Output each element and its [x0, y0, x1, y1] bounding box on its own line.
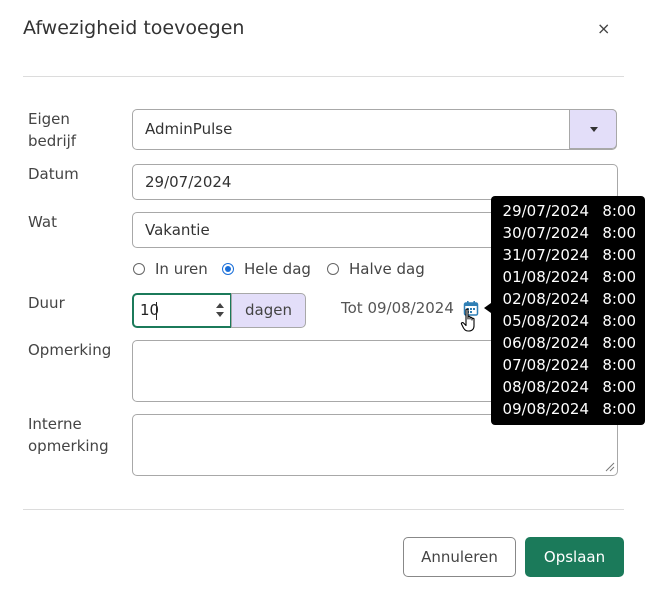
tooltip-row: 01/08/2024 8:00: [491, 264, 645, 286]
tooltip-hours: 8:00: [602, 378, 636, 396]
radio-label-hele-dag[interactable]: Hele dag: [244, 260, 311, 278]
hand-pointer-icon: [460, 308, 475, 332]
tooltip-row: 29/07/2024 8:00: [491, 198, 645, 220]
header-divider: [23, 76, 624, 77]
workdays-tooltip: 29/07/2024 8:00 30/07/2024 8:00 31/07/2024 8:…: [491, 196, 645, 425]
tooltip-row: 08/08/2024 8:00: [491, 374, 645, 396]
date-input[interactable]: 29/07/2024: [132, 164, 618, 200]
tooltip-hours: 8:00: [602, 224, 636, 242]
tooltip-hours: 8:00: [602, 334, 636, 352]
tooltip-row: 07/08/2024 8:00: [491, 352, 645, 374]
tooltip-row: 02/08/2024 8:00: [491, 286, 645, 308]
tooltip-hours: 8:00: [602, 356, 636, 374]
resize-handle-icon[interactable]: [604, 461, 615, 472]
tooltip-hours: 8:00: [602, 268, 636, 286]
chevron-down-icon: [590, 127, 598, 132]
company-label: Eigen bedrijf: [28, 110, 77, 150]
tooltip-date: 05/08/2024: [502, 312, 589, 330]
tooltip-hours: 8:00: [602, 290, 636, 308]
duration-label: Duur: [28, 294, 65, 312]
tooltip-row: 31/07/2024 8:00: [491, 242, 645, 264]
radio-label-in-uren[interactable]: In uren: [155, 260, 208, 278]
tooltip-date: 30/07/2024: [502, 224, 589, 242]
duration-unit: dagen: [231, 293, 306, 328]
duration-input[interactable]: 10: [132, 293, 232, 328]
tooltip-row: 06/08/2024 8:00: [491, 330, 645, 352]
tooltip-date: 01/08/2024: [502, 268, 589, 286]
tooltip-date: 06/08/2024: [502, 334, 589, 352]
spinner-down-icon[interactable]: [216, 312, 224, 317]
tooltip-date: 31/07/2024: [502, 246, 589, 264]
footer-divider: [23, 509, 624, 510]
company-select[interactable]: AdminPulse: [132, 109, 617, 150]
company-value: AdminPulse: [145, 120, 233, 138]
dialog-title: Afwezigheid toevoegen: [23, 17, 245, 39]
tooltip-row: 09/08/2024 8:00: [491, 396, 645, 418]
date-label: Datum: [28, 165, 79, 183]
save-button[interactable]: Opslaan: [525, 537, 624, 577]
tooltip-hours: 8:00: [602, 312, 636, 330]
tooltip-date: 07/08/2024: [502, 356, 589, 374]
close-icon[interactable]: ×: [597, 19, 610, 38]
company-dropdown-button[interactable]: [569, 109, 617, 149]
what-label: Wat: [28, 213, 57, 231]
tooltip-hours: 8:00: [602, 202, 636, 220]
tooltip-hours: 8:00: [602, 246, 636, 264]
tooltip-row: 30/07/2024 8:00: [491, 220, 645, 242]
until-date-text: Tot 09/08/2024: [341, 299, 454, 317]
radio-hele-dag[interactable]: [222, 263, 234, 275]
tooltip-row: 05/08/2024 8:00: [491, 308, 645, 330]
text-caret: [156, 302, 157, 320]
internal-remark-label: Interne opmerking: [28, 415, 109, 455]
tooltip-date: 09/08/2024: [502, 400, 589, 418]
tooltip-arrow: [484, 303, 491, 313]
spinner-up-icon[interactable]: [216, 303, 224, 308]
radio-halve-dag[interactable]: [327, 263, 339, 275]
cancel-button[interactable]: Annuleren: [403, 537, 516, 577]
radio-label-halve-dag[interactable]: Halve dag: [349, 260, 425, 278]
radio-in-uren[interactable]: [133, 263, 145, 275]
number-spinner[interactable]: [216, 303, 224, 319]
tooltip-hours: 8:00: [602, 400, 636, 418]
tooltip-date: 02/08/2024: [502, 290, 589, 308]
what-value: Vakantie: [145, 221, 210, 239]
date-value: 29/07/2024: [145, 173, 232, 191]
remark-label: Opmerking: [28, 341, 112, 359]
tooltip-date: 08/08/2024: [502, 378, 589, 396]
tooltip-date: 29/07/2024: [502, 202, 589, 220]
